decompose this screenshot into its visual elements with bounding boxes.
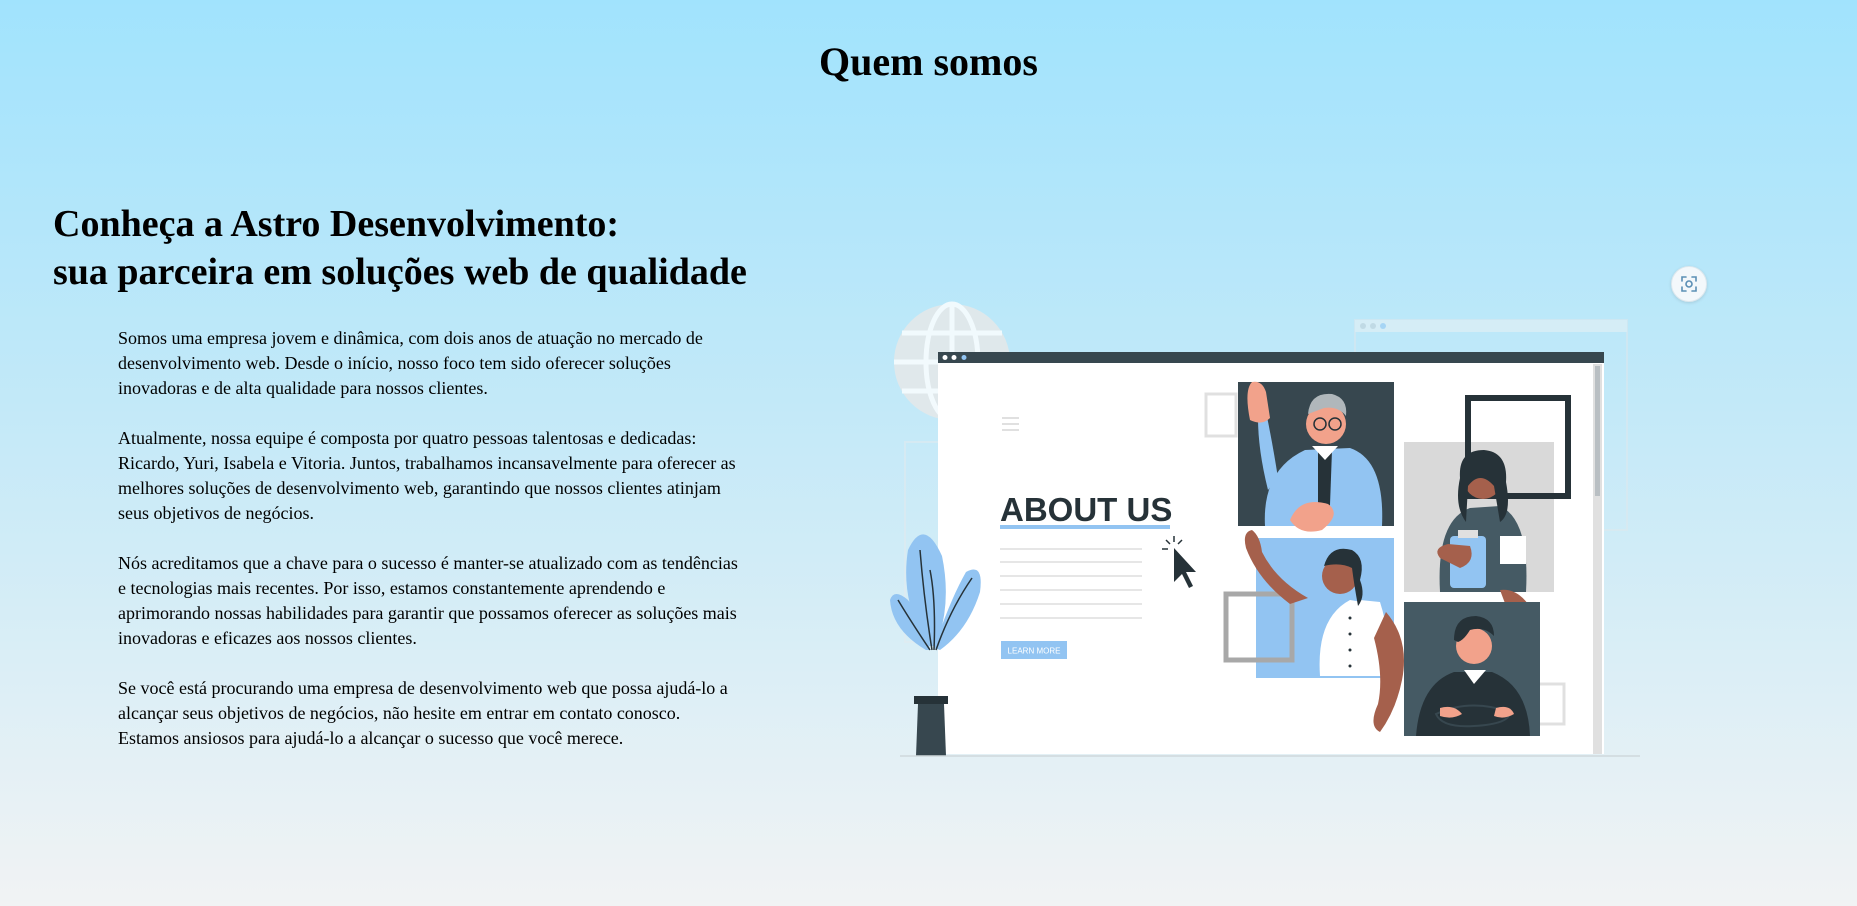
expand-image-button[interactable] — [1671, 266, 1707, 302]
focus-frame-icon — [1681, 276, 1697, 292]
illustration-headline: ABOUT US — [1000, 491, 1172, 528]
learn-more-label: LEARN MORE — [1008, 647, 1061, 656]
about-heading-line1: Conheça a Astro Desenvolvimento: — [53, 203, 620, 245]
about-paragraph-1: Somos uma empresa jovem e dinâmica, com … — [118, 328, 703, 398]
about-us-illustration: ABOUT US LEARN MORE — [890, 301, 1640, 757]
team-member-1 — [1238, 381, 1394, 532]
about-paragraph-4: Se você está procurando uma empresa de d… — [118, 678, 728, 748]
team-member-4 — [1404, 602, 1540, 736]
about-paragraph-3: Nós acreditamos que a chave para o suces… — [118, 553, 738, 648]
about-text: Somos uma empresa jovem e dinâmica, com … — [118, 326, 738, 776]
about-heading: Conheça a Astro Desenvolvimento: sua par… — [53, 200, 747, 296]
about-paragraph-2: Atualmente, nossa equipe é composta por … — [118, 428, 736, 523]
about-heading-line2: sua parceira em soluções web de qualidad… — [53, 251, 747, 293]
page-title: Quem somos — [819, 39, 1038, 84]
